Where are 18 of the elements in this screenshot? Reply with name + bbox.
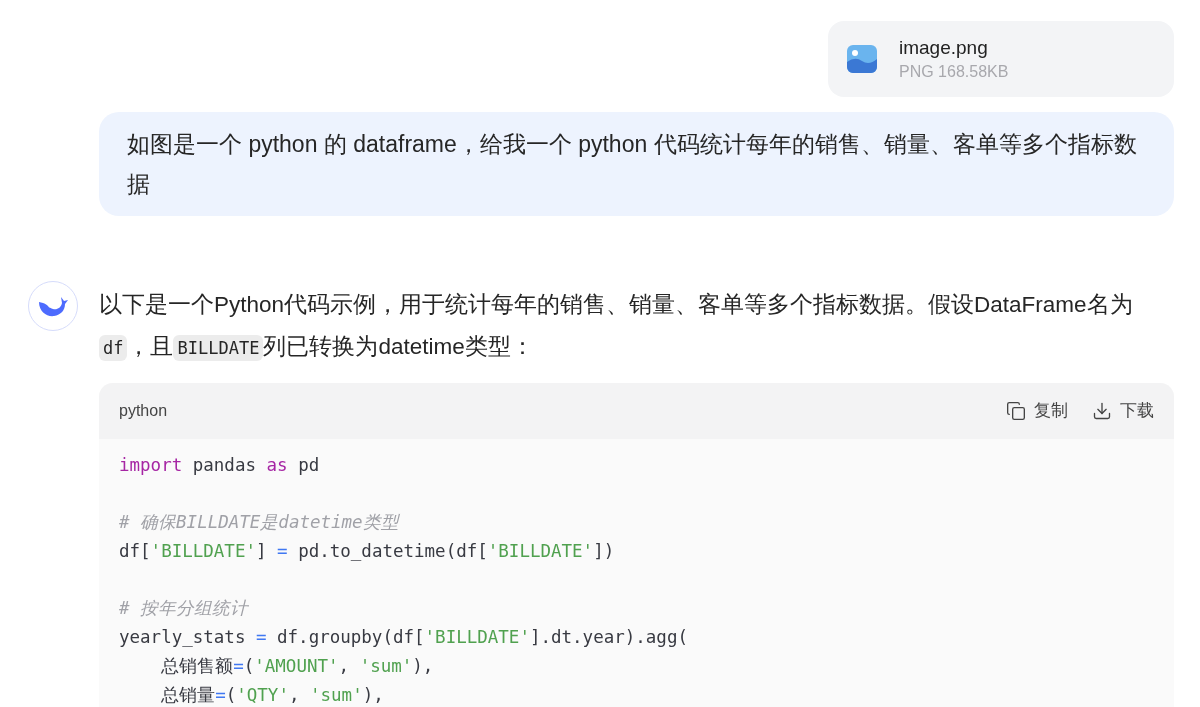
code-line: 总销售额=('AMOUNT', 'sum'),: [160, 654, 434, 678]
file-meta: PNG 168.58KB: [899, 62, 1009, 82]
download-icon: [1092, 401, 1112, 421]
copy-button[interactable]: 复制: [1006, 398, 1068, 424]
image-file-icon: [847, 45, 877, 73]
assistant-message: 以下是一个Python代码示例，用于统计每年的销售、销量、客单等多个指标数据。假设DataFrame名为 df ，且 BILLDATE 列已转换为datetime类型：: [99, 291, 1134, 363]
user-message-bubble: 如图是一个 python 的 dataframe，给我一个 python 代码统计每年的销售、销量、客单等多个指标数据: [99, 112, 1174, 216]
download-button[interactable]: 下载: [1092, 398, 1154, 424]
code-comment: # 确保BILLDATE是datetime类型: [119, 511, 399, 535]
code-language: python: [119, 401, 168, 421]
file-attachment-card[interactable]: image.png PNG 168.58KB: [828, 21, 1174, 97]
code-line: 总销量=('QTY', 'sum'),: [160, 683, 384, 707]
code-comment: # 按年分组统计: [119, 597, 249, 621]
code-line: import pandas as pd: [119, 454, 320, 477]
code-line: df['BILLDATE'] = pd.to_datetime(df['BILLDATE']): [119, 540, 615, 564]
code-line: yearly_stats = df.groupby(df['BILLDATE'].dt.year).agg(: [119, 626, 688, 650]
copy-icon: [1006, 401, 1026, 421]
file-name: image.png: [899, 36, 989, 60]
